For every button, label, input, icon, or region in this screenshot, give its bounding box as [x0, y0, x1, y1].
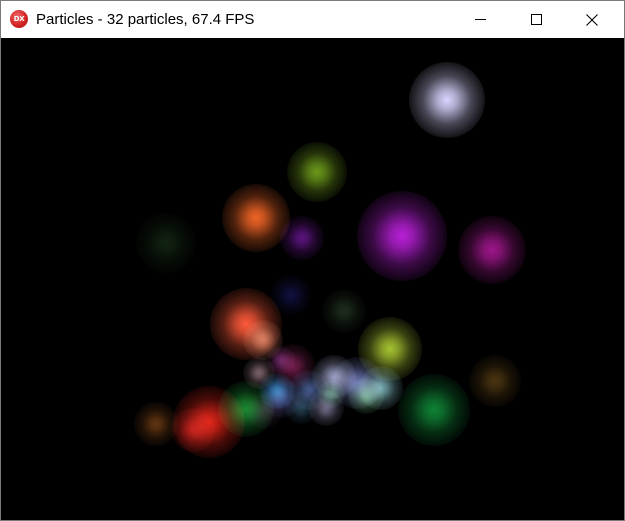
particle: [409, 62, 485, 138]
minimize-icon: [474, 14, 486, 25]
particle: [317, 380, 345, 408]
particle: [285, 392, 317, 424]
close-icon: [586, 13, 598, 26]
particle: [357, 191, 447, 281]
minimize-button[interactable]: [457, 1, 503, 38]
particle: [171, 408, 215, 452]
window-title: Particles - 32 particles, 67.4 FPS: [36, 11, 255, 28]
title-bar[interactable]: DX Particles - 32 particles, 67.4 FPS: [1, 1, 624, 38]
particle: [267, 346, 295, 374]
close-button[interactable]: [569, 1, 615, 38]
dx-app-icon: DX: [10, 10, 28, 28]
particle: [469, 355, 521, 407]
particle: [322, 289, 366, 333]
particle: [134, 402, 178, 446]
maximize-icon: [530, 14, 542, 25]
particle: [398, 374, 470, 446]
particle: [287, 142, 347, 202]
particle: [247, 393, 283, 429]
app-window: DX Particles - 32 particles, 67.4 FPS: [0, 0, 625, 521]
particle-canvas[interactable]: [1, 38, 624, 520]
maximize-button[interactable]: [513, 1, 559, 38]
particle: [348, 378, 384, 414]
particle: [136, 213, 196, 273]
app-icon-label: DX: [13, 15, 25, 23]
particle: [280, 216, 324, 260]
particle: [458, 216, 526, 284]
